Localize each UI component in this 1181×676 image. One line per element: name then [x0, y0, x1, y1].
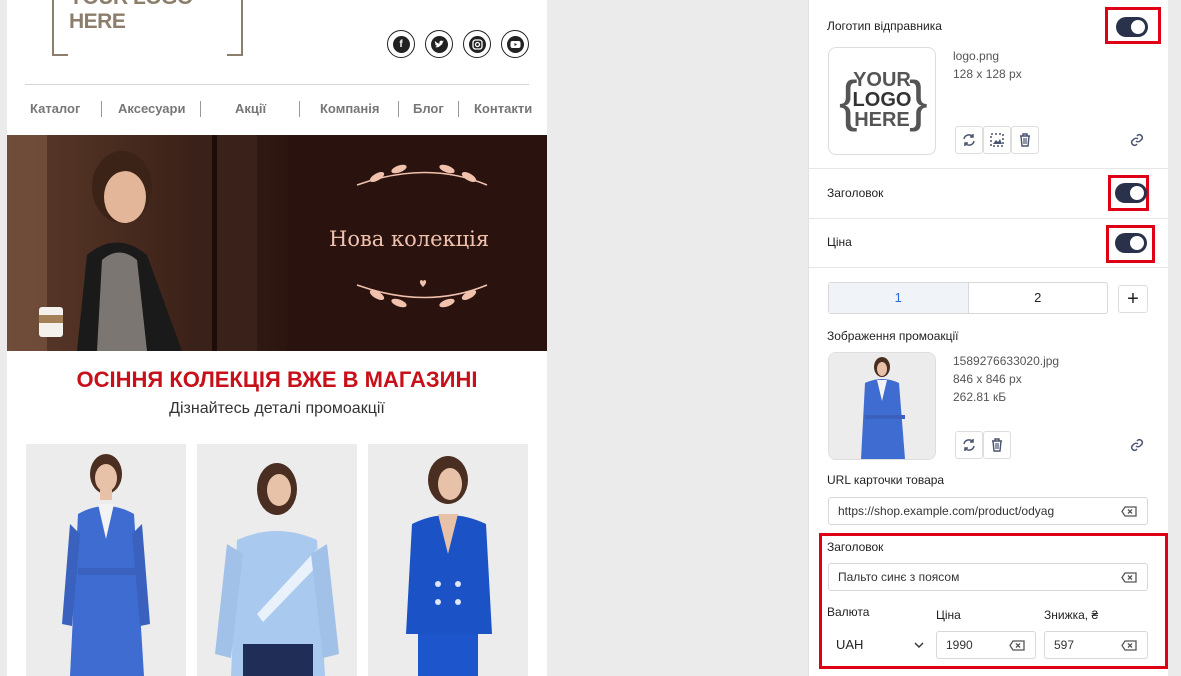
logo-frame: YOUR LOGO HERE	[52, 0, 243, 56]
banner-text: Нова колекція	[329, 227, 490, 251]
sender-logo-toggle[interactable]	[1116, 17, 1148, 37]
header-divider	[25, 84, 529, 85]
promo-dimensions: 846 x 846 px	[953, 372, 1022, 386]
logo-text: YOUR LOGO HERE	[69, 0, 193, 33]
instagram-icon[interactable]	[463, 30, 491, 58]
nav-separator	[398, 101, 399, 117]
title-field-label: Заголовок	[827, 540, 884, 554]
product-image-suit[interactable]	[368, 444, 528, 676]
promo-subtitle: Дізнайтесь деталі промоакції	[169, 400, 385, 417]
section-divider	[809, 218, 1168, 219]
thumb-line-1: YOUR	[853, 69, 911, 91]
section-divider	[809, 267, 1168, 268]
section-divider	[809, 168, 1168, 169]
nav-blog[interactable]: Блог	[413, 101, 444, 116]
replace-icon[interactable]	[955, 431, 983, 459]
add-tab-button[interactable]: +	[1118, 285, 1148, 313]
delete-icon[interactable]	[1011, 126, 1039, 154]
delete-icon[interactable]	[983, 431, 1011, 459]
thumb-line-3: HERE	[854, 109, 910, 131]
product-image-coat[interactable]	[26, 444, 186, 676]
product-tabs: 1 2	[828, 282, 1108, 314]
discount-input[interactable]: 597	[1044, 631, 1148, 659]
link-icon[interactable]	[1129, 132, 1145, 153]
price-label: Ціна	[936, 608, 961, 622]
replace-icon[interactable]	[955, 126, 983, 154]
nav-separator	[200, 101, 201, 117]
currency-select[interactable]: UAH	[828, 631, 928, 659]
clear-icon[interactable]	[1121, 640, 1137, 651]
heading-toggle[interactable]	[1115, 183, 1147, 203]
crop-icon[interactable]	[983, 126, 1011, 154]
discount-label: Знижка, ₴	[1044, 608, 1099, 622]
currency-label: Валюта	[827, 605, 870, 619]
chevron-down-icon	[914, 642, 924, 648]
logo-thumbnail: { } YOUR LOGO HERE	[828, 47, 936, 155]
youtube-icon[interactable]	[501, 30, 529, 58]
nav-separator	[101, 101, 102, 117]
price-value: 1990	[946, 638, 973, 652]
thumb-line-2: LOGO	[852, 89, 912, 111]
clear-icon[interactable]	[1121, 506, 1137, 517]
tab-2[interactable]: 2	[969, 283, 1108, 313]
link-icon[interactable]	[1129, 437, 1145, 458]
logo-dimensions: 128 x 128 px	[953, 67, 1022, 81]
promo-title: ОСІННЯ КОЛЕКЦІЯ ВЖЕ В МАГАЗИНІ	[76, 367, 478, 392]
facebook-icon[interactable]: f	[387, 30, 415, 58]
tab-1[interactable]: 1	[829, 283, 969, 313]
price-input[interactable]: 1990	[936, 631, 1036, 659]
promo-image-title: Зображення промоакції	[827, 329, 959, 343]
clear-icon[interactable]	[1009, 640, 1025, 651]
nav-company[interactable]: Компанія	[320, 101, 379, 116]
promo-file-size: 262.81 кБ	[953, 390, 1007, 404]
discount-value: 597	[1054, 638, 1075, 652]
heading-toggle-title: Заголовок	[827, 186, 884, 200]
twitter-icon[interactable]	[425, 30, 453, 58]
clear-icon[interactable]	[1121, 572, 1137, 583]
nav-accessories[interactable]: Аксесуари	[118, 101, 185, 116]
url-label: URL карточки товара	[827, 473, 945, 487]
nav-separator	[299, 101, 300, 117]
title-input[interactable]: Пальто синє з поясом	[828, 563, 1148, 591]
title-value: Пальто синє з поясом	[838, 570, 960, 584]
settings-panel: Логотип відправника { } YOUR LOGO HERE l…	[808, 0, 1168, 676]
logo-file-name: logo.png	[953, 49, 1000, 63]
url-value: https://shop.example.com/product/odyag	[838, 504, 1055, 518]
price-toggle[interactable]	[1115, 233, 1147, 253]
url-input[interactable]: https://shop.example.com/product/odyag	[828, 497, 1148, 525]
product-image-sweater[interactable]	[197, 444, 357, 676]
promo-image-thumbnail	[828, 352, 936, 460]
nav-separator	[458, 101, 459, 117]
promo-banner[interactable]: Нова колекція	[7, 135, 547, 351]
promo-file-name: 1589276633020.jpg	[953, 354, 1060, 368]
email-preview: YOUR LOGO HERE f Каталог Аксесуари Акції…	[7, 0, 547, 676]
sender-logo-title: Логотип відправника	[827, 19, 942, 33]
nav-contacts[interactable]: Контакти	[474, 101, 532, 116]
nav-catalog[interactable]: Каталог	[30, 101, 80, 116]
currency-value: UAH	[836, 637, 864, 652]
nav-sales[interactable]: Акції	[235, 101, 266, 116]
price-toggle-title: Ціна	[827, 235, 852, 249]
